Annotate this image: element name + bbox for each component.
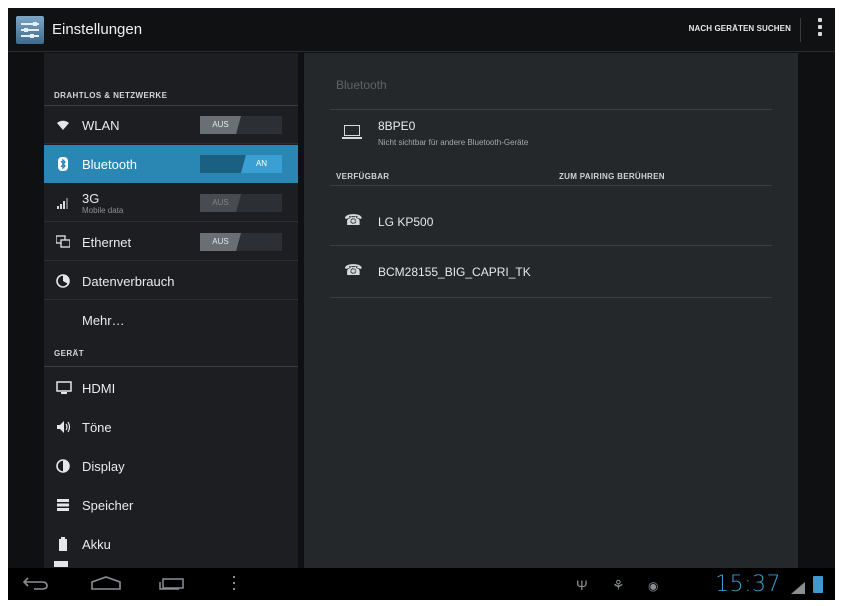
phone-icon: ☎ [344, 262, 363, 279]
settings-sidebar: DRAHTLOS & NETZWERKE WLAN AUS Bluetooth … [44, 53, 298, 568]
toggle-state: AN [241, 155, 282, 173]
pane-divider [330, 297, 772, 298]
sidebar-item-ethernet[interactable]: Ethernet AUS [44, 223, 298, 261]
ethernet-toggle[interactable]: AUS [200, 233, 282, 251]
pane-divider [330, 109, 772, 110]
sidebar-item-label: Mehr… [82, 313, 125, 328]
own-device-name: 8BPE0 [378, 119, 416, 133]
data-usage-icon [56, 274, 70, 288]
sidebar-item-label: Töne [82, 420, 112, 435]
sidebar-item-more[interactable]: Mehr… [44, 301, 298, 339]
sidebar-item-battery[interactable]: Akku [44, 525, 298, 563]
own-device-row[interactable]: 8BPE0 Nicht sichtbar für andere Bluetoot… [330, 115, 772, 159]
sidebar-item-bluetooth[interactable]: Bluetooth AN [44, 145, 298, 183]
signal-strength-icon [791, 581, 805, 594]
sidebar-item-display[interactable]: Display [44, 447, 298, 485]
phone-icon: ☎ [344, 212, 363, 229]
speaker-icon [56, 420, 71, 434]
laptop-icon [342, 125, 362, 139]
pane-divider [330, 185, 772, 186]
section-divider [44, 366, 298, 367]
device-name: LG KP500 [378, 215, 434, 229]
action-bar: Einstellungen NACH GERÄTEN SUCHEN [8, 8, 835, 52]
bluetooth-status-icon: ◉ [648, 579, 659, 593]
toggle-state: AUS [200, 194, 241, 212]
sidebar-item-label: Bluetooth [82, 157, 137, 172]
device-row[interactable]: ☎ BCM28155_BIG_CAPRI_TK [330, 249, 772, 295]
signal-icon [56, 196, 70, 210]
action-bar-divider [800, 18, 801, 42]
toggle-state: AUS [200, 233, 241, 251]
menu-icon[interactable] [232, 576, 236, 590]
brightness-icon [56, 459, 70, 473]
scan-devices-button[interactable]: NACH GERÄTEN SUCHEN [689, 24, 791, 33]
pane-divider [330, 245, 772, 246]
sidebar-item-sublabel: Mobile data [82, 206, 124, 215]
sidebar-item-label: 3G [82, 191, 100, 206]
sidebar-item-label: Ethernet [82, 235, 132, 250]
usb-debugging-icon: ⚘ [612, 577, 625, 593]
sidebar-item-label: Speicher [82, 498, 134, 513]
device-row[interactable]: ☎ LG KP500 [330, 199, 772, 245]
battery-icon [56, 537, 70, 551]
sidebar-item-wlan[interactable]: WLAN AUS [44, 106, 298, 144]
monitor-icon [56, 381, 72, 395]
bluetooth-icon [56, 157, 70, 171]
bluetooth-toggle[interactable]: AN [200, 155, 282, 173]
home-icon[interactable] [90, 576, 122, 590]
wlan-toggle[interactable]: AUS [200, 116, 282, 134]
pane-title: Bluetooth [336, 78, 387, 92]
section-header-device: GERÄT [54, 349, 84, 358]
tablet-screen: Einstellungen NACH GERÄTEN SUCHEN DRAHTL… [8, 8, 835, 600]
overflow-menu-icon[interactable] [817, 18, 823, 40]
battery-status-icon [813, 576, 823, 593]
sidebar-item-label: Datenverbrauch [82, 274, 175, 289]
storage-icon [56, 498, 70, 512]
bluetooth-detail-pane: Bluetooth 8BPE0 Nicht sichtbar für ander… [304, 53, 798, 568]
clock[interactable]: 15:37 [715, 572, 781, 597]
device-name: BCM28155_BIG_CAPRI_TK [378, 265, 531, 279]
partial-item-icon [54, 561, 68, 567]
usb-icon: Ψ [576, 577, 588, 593]
toggle-state: AUS [200, 116, 241, 134]
app-title: Einstellungen [52, 21, 143, 38]
sidebar-item-label: WLAN [82, 118, 120, 133]
sidebar-item-hdmi[interactable]: HDMI [44, 369, 298, 407]
back-icon[interactable] [22, 575, 50, 596]
content-area: DRAHTLOS & NETZWERKE WLAN AUS Bluetooth … [8, 53, 835, 568]
section-header-wireless: DRAHTLOS & NETZWERKE [54, 91, 168, 100]
sidebar-item-sounds[interactable]: Töne [44, 408, 298, 446]
sidebar-item-label: Display [82, 459, 125, 474]
pairing-hint: ZUM PAIRING BERÜHREN [559, 172, 665, 181]
recents-icon[interactable] [158, 577, 186, 590]
3g-toggle[interactable]: AUS [200, 194, 282, 212]
sidebar-item-data-usage[interactable]: Datenverbrauch [44, 262, 298, 300]
available-header: VERFÜGBAR [336, 172, 390, 181]
sidebar-item-label: HDMI [82, 381, 116, 396]
own-device-status: Nicht sichtbar für andere Bluetooth-Gerä… [378, 138, 529, 147]
system-bar: Ψ ⚘ ◉ 15:37 [8, 568, 835, 600]
sidebar-item-label: Akku [82, 537, 111, 552]
sidebar-item-storage[interactable]: Speicher [44, 486, 298, 524]
sidebar-item-3g[interactable]: 3G Mobile data AUS [44, 184, 298, 222]
settings-sliders-icon[interactable] [16, 16, 44, 44]
wifi-icon [56, 118, 70, 132]
ethernet-icon [55, 235, 71, 249]
